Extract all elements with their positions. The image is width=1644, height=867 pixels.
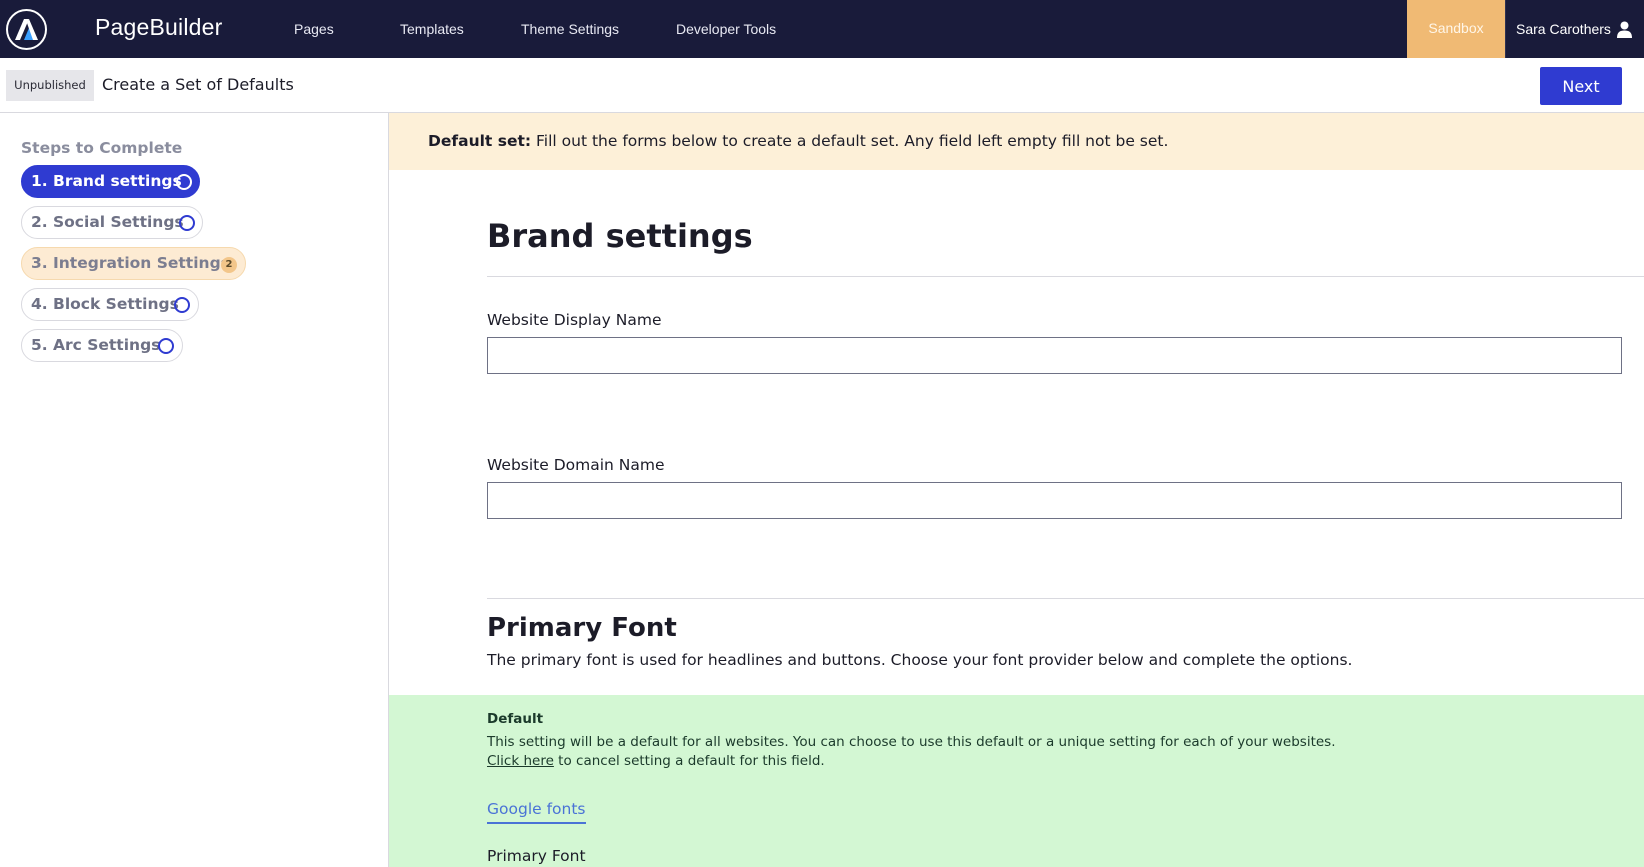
tab-google-fonts[interactable]: Google fonts bbox=[487, 800, 586, 824]
step-number: 3. bbox=[31, 254, 48, 272]
step-label: Arc Settings bbox=[53, 336, 161, 354]
user-name: Sara Carothers bbox=[1516, 21, 1611, 37]
divider bbox=[487, 276, 1644, 277]
environment-sandbox-button[interactable]: Sandbox bbox=[1407, 0, 1505, 58]
circle-icon bbox=[179, 215, 195, 231]
nav-theme-settings[interactable]: Theme Settings bbox=[521, 21, 619, 37]
step-integration-settings[interactable]: 3. Integration Settings 2 bbox=[21, 247, 246, 280]
step-number: 1. bbox=[31, 172, 48, 190]
step-arc-settings[interactable]: 5. Arc Settings bbox=[21, 329, 183, 362]
primary-font-heading: Primary Font bbox=[487, 613, 677, 643]
nav-developer-tools[interactable]: Developer Tools bbox=[676, 21, 776, 37]
circle-icon bbox=[174, 297, 190, 313]
step-number: 4. bbox=[31, 295, 48, 313]
error-count-badge: 2 bbox=[221, 257, 237, 273]
default-cancel-text: Click here to cancel setting a default f… bbox=[487, 753, 825, 769]
app-logo-icon[interactable] bbox=[6, 9, 47, 50]
step-label: Block Settings bbox=[53, 295, 179, 313]
step-label: Social Settings bbox=[53, 213, 184, 231]
divider bbox=[487, 598, 1644, 599]
nav-templates[interactable]: Templates bbox=[400, 21, 464, 37]
display-name-label: Website Display Name bbox=[487, 311, 662, 329]
notice-bold: Default set: bbox=[428, 132, 532, 150]
nav-pages[interactable]: Pages bbox=[294, 21, 334, 37]
steps-heading: Steps to Complete bbox=[21, 139, 183, 157]
user-menu[interactable]: Sara Carothers bbox=[1505, 0, 1644, 58]
step-number: 2. bbox=[31, 213, 48, 231]
domain-name-label: Website Domain Name bbox=[487, 456, 665, 474]
primary-font-description: The primary font is used for headlines a… bbox=[487, 651, 1353, 669]
step-label: Integration Settings bbox=[53, 254, 230, 272]
display-name-input[interactable] bbox=[487, 337, 1622, 374]
circle-icon bbox=[176, 174, 192, 190]
step-brand-settings[interactable]: 1. Brand settings bbox=[21, 165, 200, 198]
page-title: Create a Set of Defaults bbox=[102, 75, 294, 94]
step-block-settings[interactable]: 4. Block Settings bbox=[21, 288, 199, 321]
notice-text: Default set: Fill out the forms below to… bbox=[428, 132, 1168, 150]
user-icon bbox=[1617, 21, 1632, 38]
domain-name-input[interactable] bbox=[487, 482, 1622, 519]
steps-sidebar: Steps to Complete 1. Brand settings 2. S… bbox=[0, 113, 389, 867]
top-navigation-bar: PageBuilder Pages Templates Theme Settin… bbox=[0, 0, 1644, 58]
cancel-default-rest: to cancel setting a default for this fie… bbox=[553, 753, 825, 769]
circle-icon bbox=[158, 338, 174, 354]
status-badge: Unpublished bbox=[6, 70, 94, 101]
default-set-notice: Default set: Fill out the forms below to… bbox=[389, 113, 1644, 170]
step-number: 5. bbox=[31, 336, 48, 354]
cancel-default-link[interactable]: Click here bbox=[487, 753, 554, 769]
step-social-settings[interactable]: 2. Social Settings bbox=[21, 206, 203, 239]
next-button[interactable]: Next bbox=[1540, 67, 1622, 105]
default-setting-panel: Default This setting will be a default f… bbox=[389, 695, 1644, 867]
section-title: Brand settings bbox=[487, 217, 753, 255]
notice-body: Fill out the forms below to create a def… bbox=[531, 132, 1169, 150]
default-description: This setting will be a default for all w… bbox=[487, 734, 1336, 750]
main-content: Default set: Fill out the forms below to… bbox=[389, 113, 1644, 867]
default-title: Default bbox=[487, 711, 544, 727]
step-label: Brand settings bbox=[53, 172, 182, 190]
primary-font-field-label: Primary Font bbox=[487, 847, 586, 865]
app-brand-name[interactable]: PageBuilder bbox=[95, 14, 223, 41]
page-header-bar: Unpublished Create a Set of Defaults Nex… bbox=[0, 58, 1644, 113]
